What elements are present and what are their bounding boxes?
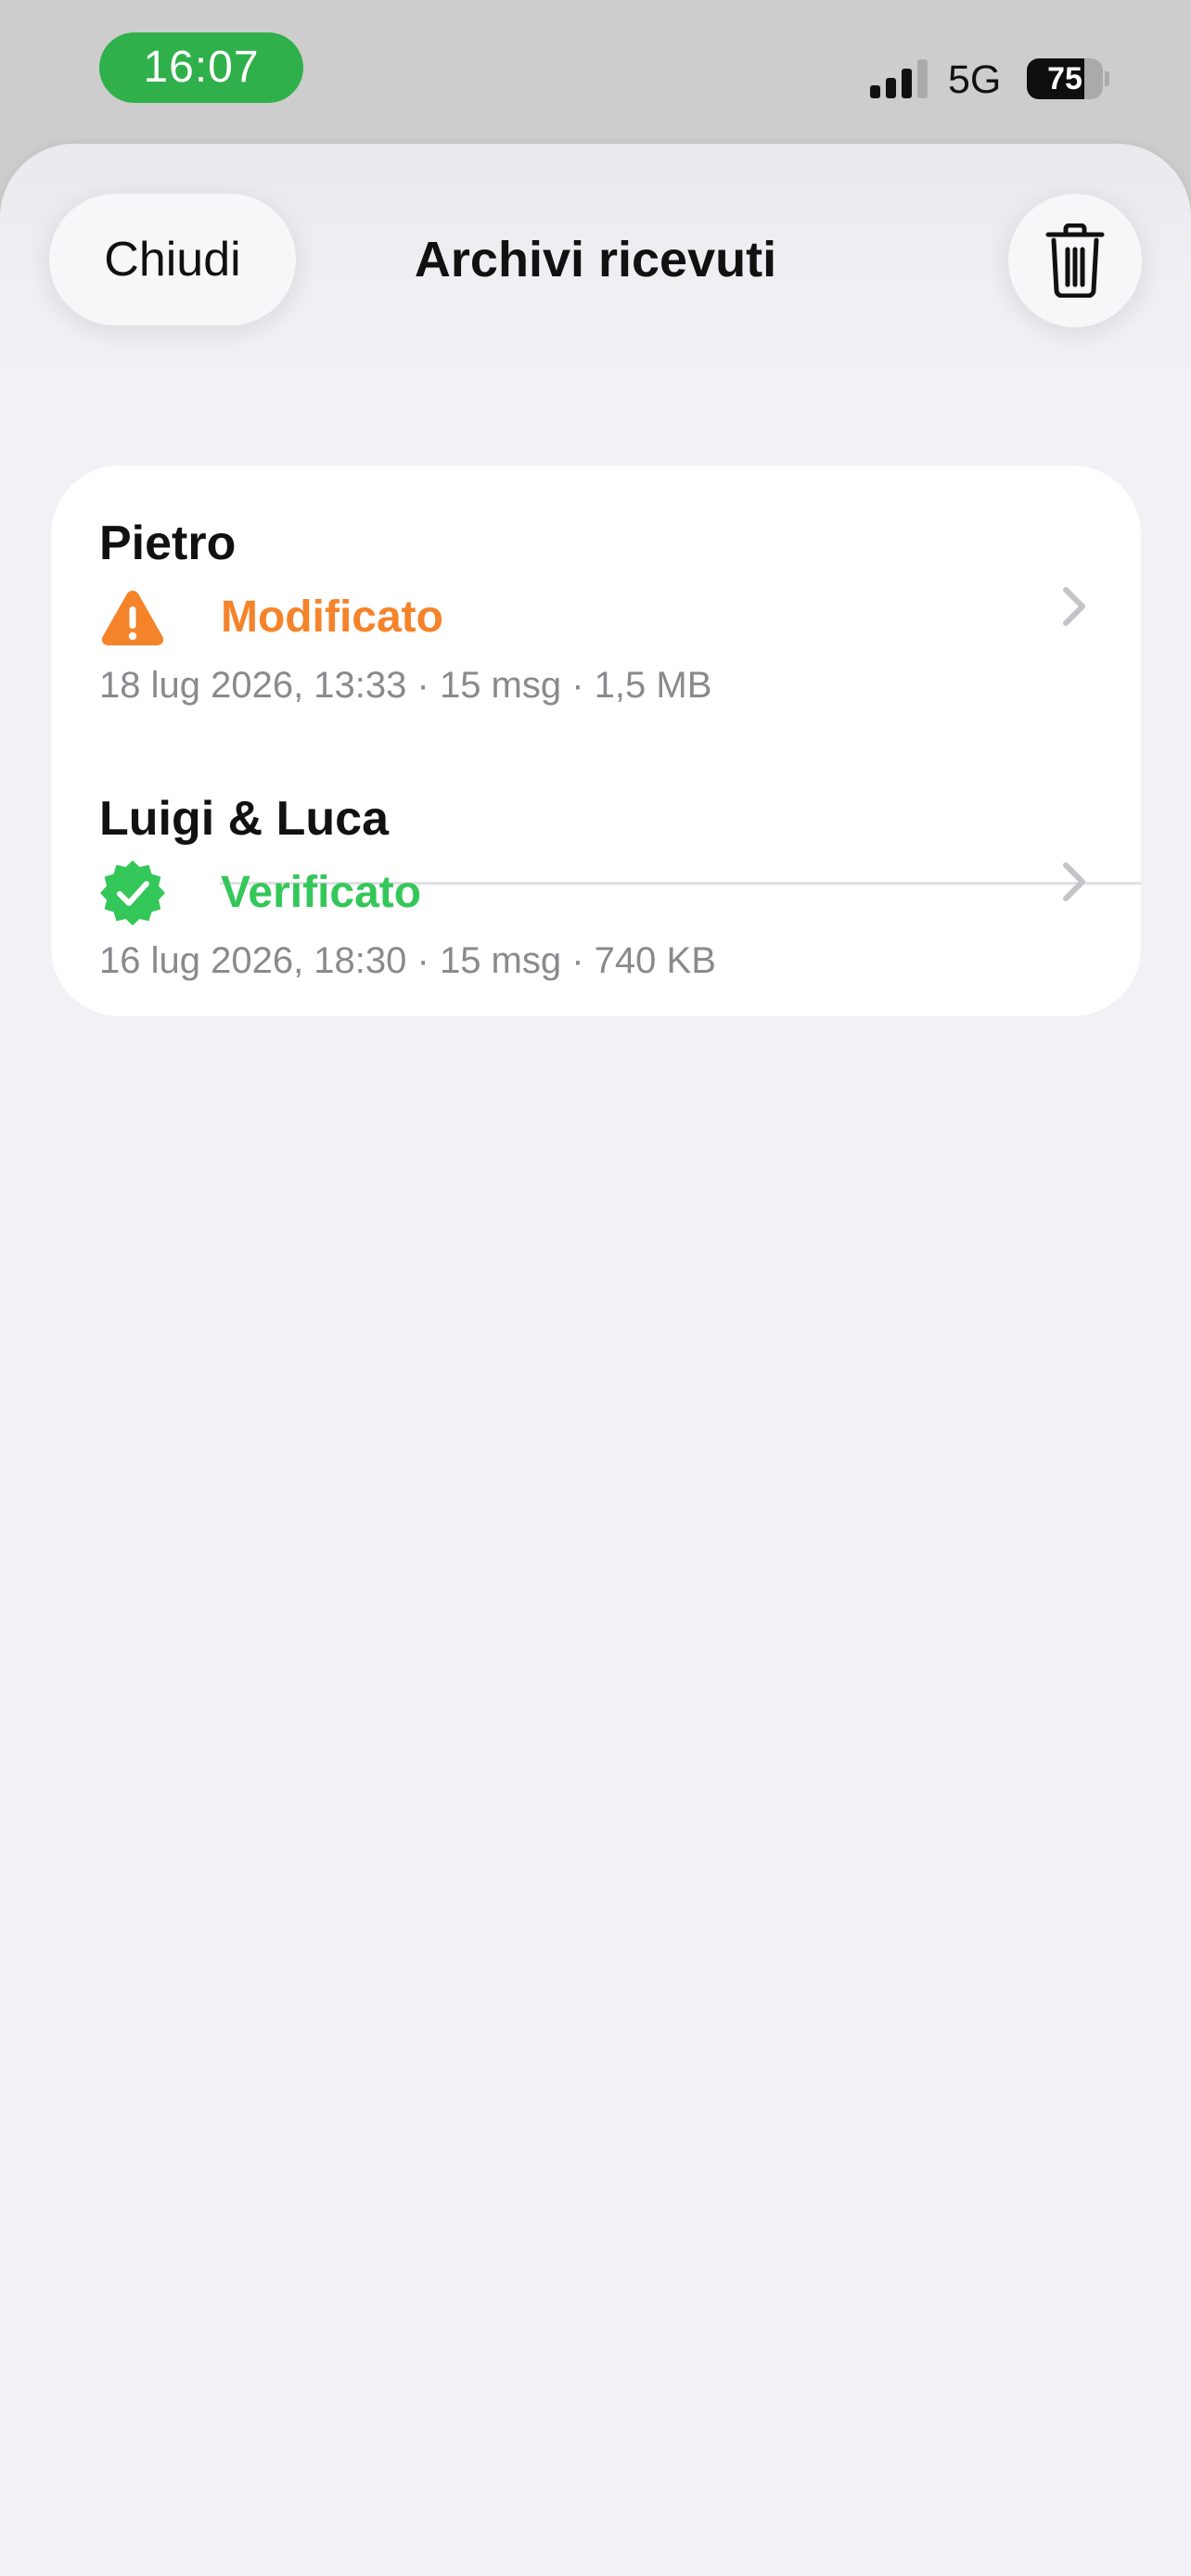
list-item-archive[interactable]: Pietro Modificato 18 lug 2026, 13:33 · 1… [51,465,1141,741]
cellular-signal-icon [870,59,928,98]
archives-list: Pietro Modificato 18 lug 2026, 13:33 · 1… [51,465,1141,1016]
warning-triangle-icon [101,591,164,645]
status-bar: 16:07 5G 75 [0,0,1191,139]
sheet-header: Chiudi Archivi ricevuti [0,144,1191,385]
archive-name: Luigi & Luca [99,792,389,846]
verified-badge-icon [100,861,165,925]
screen: 16:07 5G 75 Chiudi Archivi ricevuti Piet… [0,0,1191,2576]
status-time[interactable]: 16:07 [99,32,303,103]
chevron-right-icon [1063,862,1085,901]
chevron-right-icon [1063,587,1085,626]
archives-sheet: Chiudi Archivi ricevuti Pietro Modificat… [0,144,1191,2576]
battery-percentage: 75 [1047,61,1082,96]
battery-icon: 75 [1027,58,1110,99]
close-button[interactable]: Chiudi [49,194,296,325]
status-label: Modificato [221,593,443,642]
battery-body: 75 [1027,58,1103,99]
page-title: Archivi ricevuti [414,232,777,287]
battery-cap [1105,71,1109,86]
archive-name: Pietro [99,516,237,570]
archive-meta: 18 lug 2026, 13:33 · 15 msg · 1,5 MB [99,665,712,706]
delete-button[interactable] [1008,194,1142,327]
status-label: Verificato [221,868,422,917]
network-type: 5G [948,57,1002,102]
archive-meta: 16 lug 2026, 18:30 · 15 msg · 740 KB [99,940,716,981]
trash-icon [1045,223,1105,298]
list-item-archive[interactable]: Luigi & Luca Verificato 16 lug 2026, 18:… [51,741,1141,1016]
